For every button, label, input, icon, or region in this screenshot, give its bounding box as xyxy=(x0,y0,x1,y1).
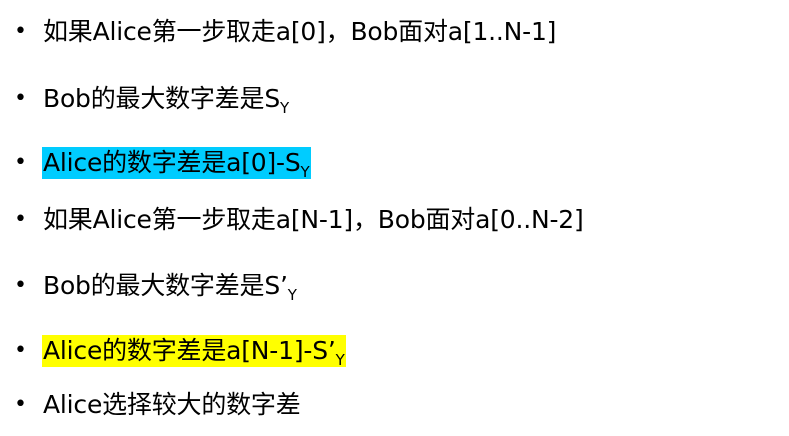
bullet-dot: • xyxy=(14,19,27,44)
subscript: Y xyxy=(280,99,289,117)
bullet-dot: • xyxy=(14,338,27,363)
bullet-text: Alice选择较大的数字差 xyxy=(42,389,302,421)
bullet-main-text: Bob的最大数字差是S’ xyxy=(43,271,288,300)
bullet-item: • Alice的数字差是a[0]-SY xyxy=(14,143,311,183)
bullet-item: • 如果Alice第一步取走a[0]，Bob面对a[1..N-1] xyxy=(14,12,557,52)
bullet-dot: • xyxy=(14,86,27,111)
subscript: Y xyxy=(287,286,297,304)
bullet-text: 如果Alice第一步取走a[N-1]，Bob面对a[0..N-2] xyxy=(42,204,585,236)
bullet-item: • 如果Alice第一步取走a[N-1]，Bob面对a[0..N-2] xyxy=(14,200,585,240)
bullet-text: Bob的最大数字差是SY xyxy=(42,83,290,117)
bullet-main-text: Alice的数字差是a[0]-S xyxy=(43,148,301,177)
bullet-dot: • xyxy=(14,392,27,417)
subscript: Y xyxy=(300,163,310,181)
subscript: Y xyxy=(335,351,345,369)
bullet-dot: • xyxy=(14,150,27,175)
bullet-text: Bob的最大数字差是S’Y xyxy=(42,270,298,304)
bullet-item: • Alice的数字差是a[N-1]-S’Y xyxy=(14,331,346,371)
bullet-item: • Bob的最大数字差是S’Y xyxy=(14,266,298,306)
bullet-main-text: Alice选择较大的数字差 xyxy=(43,390,301,419)
bullet-dot: • xyxy=(14,207,27,232)
highlighted-bullet-text: Alice的数字差是a[0]-SY xyxy=(42,147,311,181)
bullet-item: • Bob的最大数字差是SY xyxy=(14,79,290,119)
bullet-item: • Alice选择较大的数字差 xyxy=(14,385,302,425)
bullet-main-text: Bob的最大数字差是S xyxy=(43,84,280,113)
slide: • 如果Alice第一步取走a[0]，Bob面对a[1..N-1] • Bob的… xyxy=(0,0,789,436)
bullet-main-text: 如果Alice第一步取走a[N-1]，Bob面对a[0..N-2] xyxy=(43,205,584,234)
highlighted-bullet-text: Alice的数字差是a[N-1]-S’Y xyxy=(42,335,346,369)
bullet-dot: • xyxy=(14,273,27,298)
bullet-main-text: Alice的数字差是a[N-1]-S’ xyxy=(43,336,336,365)
bullet-main-text: 如果Alice第一步取走a[0]，Bob面对a[1..N-1] xyxy=(43,17,557,46)
bullet-text: 如果Alice第一步取走a[0]，Bob面对a[1..N-1] xyxy=(42,16,557,48)
